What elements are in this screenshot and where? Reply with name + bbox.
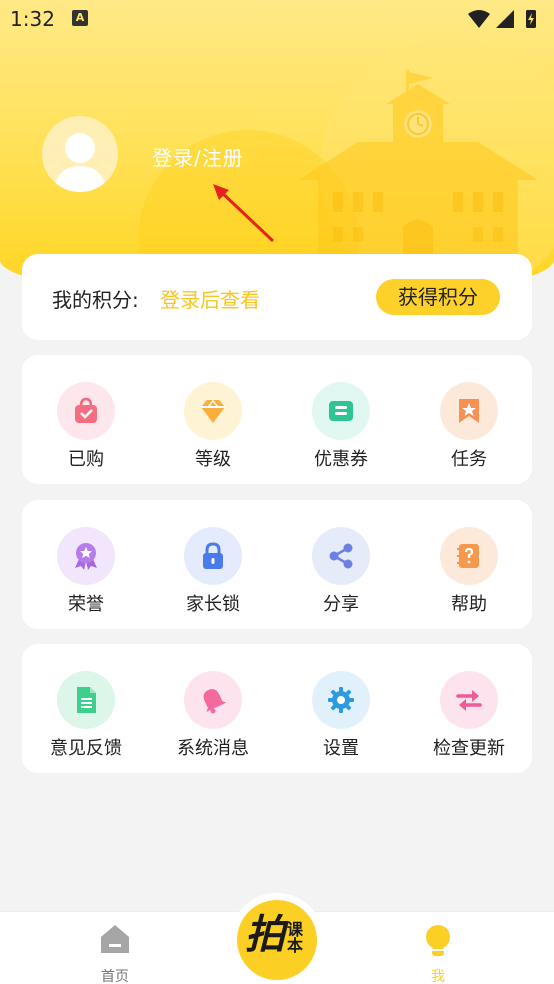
my-profile-screen: 登录/注册 1:32 A 我的积分: 登录后查看 获得积分 已购 等级 优惠券 …: [0, 0, 554, 984]
menu-card-2: 荣誉 家长锁 分享 帮助: [22, 500, 532, 629]
tab-pai-ke-ben-logo[interactable]: 拍 课本: [237, 900, 317, 980]
menu-card-1: 已购 等级 优惠券 任务: [22, 355, 532, 484]
home-icon: [101, 925, 129, 953]
menu-item-settings[interactable]: 设置: [277, 671, 405, 761]
notification-a-icon: A: [72, 10, 88, 26]
menu-item-level[interactable]: 等级: [149, 382, 277, 472]
points-value[interactable]: 登录后查看: [160, 284, 260, 313]
menu-item-label: 设置: [323, 738, 359, 759]
status-time: 1:32: [10, 7, 55, 31]
status-icons: [468, 10, 536, 28]
menu-item-label: 已购: [68, 449, 104, 470]
menu-item-label: 系统消息: [177, 738, 249, 759]
gear-icon: [312, 671, 370, 729]
share-icon: [312, 527, 370, 585]
school-building-illustration: [298, 70, 538, 257]
wifi-icon: [468, 10, 490, 28]
points-card: 我的积分: 登录后查看 获得积分: [22, 254, 532, 340]
red-arrow-annotation: [213, 184, 275, 243]
user-bulb-icon: [426, 925, 450, 956]
login-register-link[interactable]: 登录/注册: [152, 142, 244, 171]
points-label: 我的积分:: [52, 288, 139, 312]
menu-item-help[interactable]: 帮助: [405, 527, 533, 617]
tab-home-label: 首页: [101, 969, 129, 984]
menu-item-task[interactable]: 任务: [405, 382, 533, 472]
menu-item-coupon[interactable]: 优惠券: [277, 382, 405, 472]
menu-item-label: 意见反馈: [50, 738, 122, 759]
default-user-icon: [54, 133, 106, 192]
menu-item-feedback[interactable]: 意见反馈: [22, 671, 150, 761]
earn-points-button[interactable]: 获得积分: [376, 279, 500, 315]
logo-text-sub: 课本: [287, 920, 304, 955]
menu-item-system-messages[interactable]: 系统消息: [149, 671, 277, 761]
avatar[interactable]: [42, 116, 118, 192]
medal-icon: [57, 527, 115, 585]
menu-item-label: 分享: [323, 594, 359, 615]
diamond-icon: [184, 382, 242, 440]
menu-item-share[interactable]: 分享: [277, 527, 405, 617]
menu-item-label: 荣誉: [68, 594, 104, 615]
menu-item-honor[interactable]: 荣誉: [22, 527, 150, 617]
menu-item-purchased[interactable]: 已购: [22, 382, 150, 472]
signal-icon: [496, 10, 514, 28]
menu-card-3: 意见反馈 系统消息 设置 检查更新: [22, 644, 532, 773]
menu-item-label: 等级: [195, 449, 231, 470]
bookmark-star-icon: [440, 382, 498, 440]
refresh-arrows-icon: [440, 671, 498, 729]
help-book-icon: [440, 527, 498, 585]
status-bar: 1:32 A: [0, 0, 554, 38]
shopping-bag-icon: [57, 382, 115, 440]
menu-item-label: 优惠券: [314, 449, 368, 470]
coupon-icon: [312, 382, 370, 440]
lock-icon: [184, 527, 242, 585]
menu-item-label: 检查更新: [433, 738, 505, 759]
tab-me[interactable]: 我: [403, 922, 473, 984]
menu-item-label: 任务: [451, 449, 487, 470]
logo-text-main: 拍: [245, 911, 285, 958]
tab-home[interactable]: 首页: [80, 922, 150, 984]
tab-me-label: 我: [431, 969, 445, 984]
feedback-document-icon: [57, 671, 115, 729]
menu-item-label: 家长锁: [186, 594, 240, 615]
menu-item-check-update[interactable]: 检查更新: [405, 671, 533, 761]
menu-item-label: 帮助: [451, 594, 487, 615]
menu-item-parent-lock[interactable]: 家长锁: [149, 527, 277, 617]
bell-icon: [184, 671, 242, 729]
